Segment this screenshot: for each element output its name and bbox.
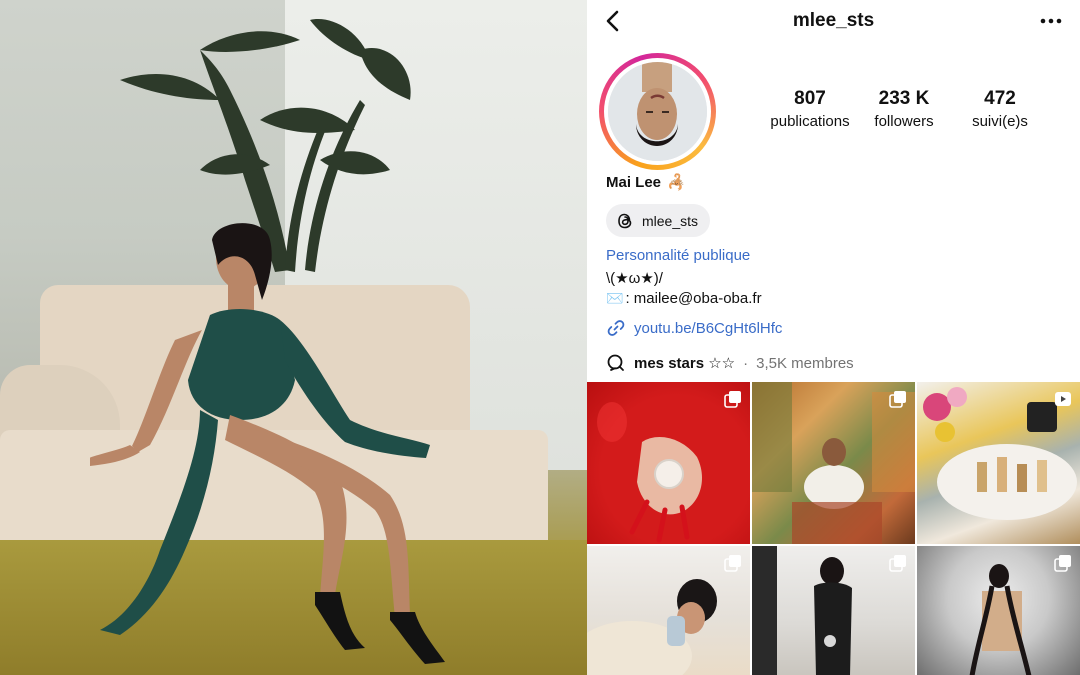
display-name-text: Mai Lee [606,173,662,191]
avatar-frame [604,58,711,165]
avatar-story-ring[interactable] [599,53,716,170]
grid-post[interactable] [752,382,915,544]
feature-photo [0,0,587,675]
link-icon [607,320,625,336]
grid-post[interactable] [587,546,750,675]
stat-posts-count: 807 [794,88,826,109]
scorpion-emoji: 🦂 [667,174,686,191]
stat-posts-label: publications [770,113,850,130]
avatar-image [608,62,707,161]
display-name: Mai Lee 🦂 [606,173,686,192]
profile-username-title: mlee_sts [792,10,875,31]
stat-followers[interactable]: 233 K followers [864,88,944,130]
grid-post[interactable] [917,382,1080,544]
carousel-icon [724,391,741,408]
channel-members: 3,5K membres [756,354,854,372]
more-horizontal-icon[interactable] [1038,10,1064,32]
profile-category: Personnalité publique [606,247,751,264]
carousel-icon [1054,555,1071,572]
carousel-icon [724,555,741,572]
profile-link-text: youtu.be/B6CgHt6lHfc [634,319,783,337]
bio-line-1: \(★ω★)/ [606,270,663,287]
post-grid [587,382,1080,675]
avatar [608,62,707,161]
channel-separator: · [743,354,749,372]
stat-followers-label: followers [874,113,934,130]
stat-following[interactable]: 472 suivi(e)s [960,88,1040,130]
reel-icon [1055,392,1071,406]
carousel-icon [889,391,906,408]
stat-following-label: suivi(e)s [972,113,1028,130]
grid-post[interactable] [587,382,750,544]
grid-post[interactable] [917,546,1080,675]
threads-handle: mlee_sts [642,212,699,229]
channel-name: mes stars ☆☆ [634,355,736,372]
carousel-icon [889,555,906,572]
stat-following-count: 472 [984,88,1016,109]
bio-email[interactable]: : mailee@oba-oba.fr [625,290,761,307]
stat-posts[interactable]: 807 publications [763,88,857,130]
threads-badge[interactable]: mlee_sts [606,204,711,237]
grid-post[interactable] [752,546,915,675]
envelope-icon: ✉️ [606,290,624,306]
profile-panel: mlee_sts 807 publications 233 K follower… [587,0,1080,675]
broadcast-channel[interactable]: mes stars ☆☆ · 3,5K membres [606,353,854,373]
stat-followers-count: 233 K [878,88,930,109]
broadcast-channel-icon [607,354,624,371]
top-bar: mlee_sts [587,0,1080,42]
profile-link[interactable]: youtu.be/B6CgHt6lHfc [606,318,782,338]
bio-line-2: ✉️ : mailee@oba-oba.fr [606,290,762,307]
photo-figure [90,223,445,664]
threads-icon [618,213,632,228]
